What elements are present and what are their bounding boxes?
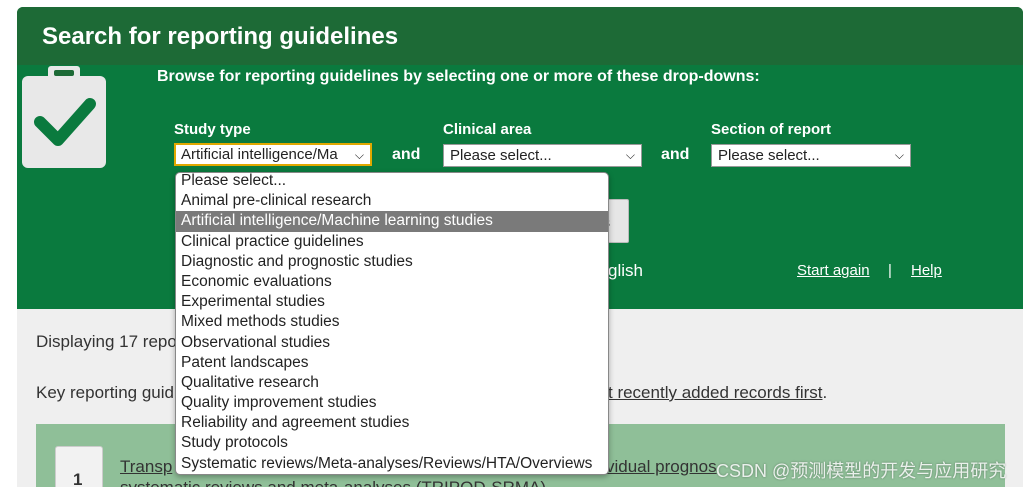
link-separator: | — [888, 262, 892, 279]
study-type-label: Study type — [174, 121, 251, 138]
clinical-area-label: Clinical area — [443, 121, 532, 138]
section-of-report-label: Section of report — [711, 121, 832, 138]
option-qualitative-research[interactable]: Qualitative research — [176, 373, 608, 393]
clipboard-check-icon — [22, 66, 106, 168]
watermark: CSDN @预测模型的开发与应用研究 — [716, 461, 1007, 481]
result-number: 1 — [73, 470, 83, 487]
chevron-down-icon: ⌵ — [894, 148, 904, 162]
result-title-tail[interactable]: vidual prognos — [606, 457, 717, 477]
clinical-area-select[interactable]: Please select... ⌵ — [443, 144, 642, 167]
option-study-protocols[interactable]: Study protocols — [176, 433, 608, 453]
browse-instructions: Browse for reporting guidelines by selec… — [157, 68, 760, 85]
start-again-link[interactable]: Start again — [797, 262, 870, 279]
recently-added-link[interactable]: t recently added records first. — [608, 383, 827, 403]
key-guidelines-text: Key reporting guid — [36, 383, 174, 402]
option-animal-pre-clinical[interactable]: Animal pre-clinical research — [176, 191, 608, 211]
section-of-report-select[interactable]: Please select... ⌵ — [711, 144, 911, 167]
option-mixed-methods[interactable]: Mixed methods studies — [176, 312, 608, 332]
chevron-down-icon: ⌵ — [354, 148, 364, 162]
option-economic-evaluations[interactable]: Economic evaluations — [176, 272, 608, 292]
recently-added-link-text: t recently added records first — [608, 383, 823, 402]
recently-added-suffix: . — [822, 383, 828, 402]
chevron-down-icon: ⌵ — [625, 148, 635, 162]
page-title: Search for reporting guidelines — [42, 23, 399, 50]
and-label: and — [392, 146, 421, 163]
results-count: Displaying 17 repo — [36, 332, 177, 351]
option-ai-ml-studies[interactable]: Artificial intelligence/Machine learning… — [176, 211, 608, 232]
option-observational-studies[interactable]: Observational studies — [176, 333, 608, 353]
english-only-label: glish — [608, 261, 643, 280]
option-clinical-practice-guidelines[interactable]: Clinical practice guidelines — [176, 232, 608, 252]
result-title-link[interactable]: Transp — [120, 457, 172, 477]
option-diagnostic-prognostic[interactable]: Diagnostic and prognostic studies — [176, 252, 608, 272]
option-systematic-reviews[interactable]: Systematic reviews/Meta-analyses/Reviews… — [176, 454, 608, 474]
option-reliability-agreement[interactable]: Reliability and agreement studies — [176, 413, 608, 433]
study-type-value: Artificial intelligence/Ma — [181, 146, 338, 163]
option-quality-improvement[interactable]: Quality improvement studies — [176, 393, 608, 413]
option-please-select[interactable]: Please select... — [176, 173, 608, 191]
study-type-select[interactable]: Artificial intelligence/Ma ⌵ — [174, 143, 372, 166]
study-type-options-list: Please select... Animal pre-clinical res… — [175, 172, 609, 475]
help-link[interactable]: Help — [911, 262, 942, 279]
result-title-link-line2[interactable]: systematic reviews and meta-analyses (TR… — [120, 478, 546, 487]
option-patent-landscapes[interactable]: Patent landscapes — [176, 353, 608, 373]
option-experimental-studies[interactable]: Experimental studies — [176, 292, 608, 312]
panel-header: Search for reporting guidelines — [17, 7, 1023, 65]
and-label: and — [661, 146, 690, 163]
clinical-area-value: Please select... — [450, 147, 552, 164]
section-of-report-value: Please select... — [718, 147, 820, 164]
